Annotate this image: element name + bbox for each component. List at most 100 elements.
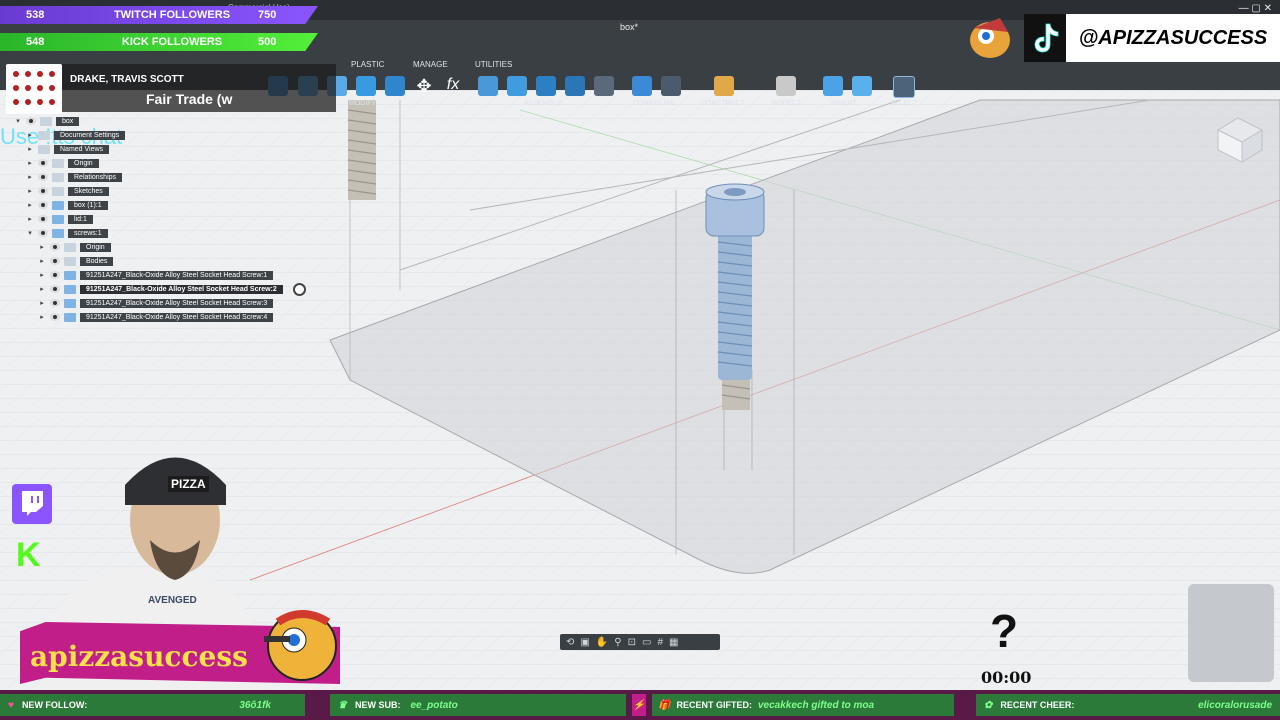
tab-plastic[interactable]: PLASTIC xyxy=(351,60,384,69)
visibility-eye-icon[interactable] xyxy=(38,229,48,237)
expand-arrow-icon[interactable]: ▸ xyxy=(26,159,34,167)
kick-title: KICK FOLLOWERS xyxy=(121,36,223,48)
rigid-group-icon[interactable] xyxy=(594,76,614,96)
display-settings-icon[interactable]: ▭ xyxy=(642,637,651,648)
component-icon xyxy=(52,214,64,224)
visibility-eye-icon[interactable] xyxy=(50,271,60,279)
group-select[interactable]: SELECT xyxy=(890,100,917,107)
plane-icon[interactable] xyxy=(714,76,734,96)
visibility-eye-icon[interactable] xyxy=(50,299,60,307)
expand-arrow-icon[interactable]: ▸ xyxy=(26,187,34,195)
group-configure[interactable]: CONFIGURE xyxy=(633,100,675,107)
as-built-joint-icon[interactable] xyxy=(536,76,556,96)
table-icon[interactable] xyxy=(661,76,681,96)
browser-label: 91251A247_Black-Oxide Alloy Steel Socket… xyxy=(80,312,274,322)
fit-icon[interactable]: ⊡ xyxy=(628,637,636,648)
mascot-logo xyxy=(960,8,1022,64)
group-inspect[interactable]: INSPECT xyxy=(771,100,801,107)
expand-arrow-icon[interactable]: ▸ xyxy=(38,285,46,293)
browser-row-screw-1[interactable]: ▸ 91251A247_Black-Oxide Alloy Steel Sock… xyxy=(14,268,324,282)
expand-arrow-icon[interactable]: ▸ xyxy=(26,215,34,223)
group-modify[interactable]: MODIFY xyxy=(349,100,376,107)
browser-row-screw-3[interactable]: ▸ 91251A247_Black-Oxide Alloy Steel Sock… xyxy=(14,296,324,310)
browser-row-origin[interactable]: ▸ Origin xyxy=(14,156,324,170)
browser-row-root[interactable]: ▾ box xyxy=(14,114,324,128)
browser-row-screw-4[interactable]: ▸ 91251A247_Black-Oxide Alloy Steel Sock… xyxy=(14,310,324,324)
expand-arrow-icon[interactable]: ▸ xyxy=(26,131,34,139)
browser-label: Bodies xyxy=(80,256,114,266)
joint-origin-icon[interactable] xyxy=(565,76,585,96)
activate-radio-icon[interactable] xyxy=(292,282,306,296)
visibility-eye-icon[interactable] xyxy=(38,201,48,209)
expand-arrow-icon[interactable]: ▸ xyxy=(38,271,46,279)
browser-label: 91251A247_Black-Oxide Alloy Steel Socket… xyxy=(80,298,274,308)
document-icon xyxy=(40,116,52,126)
visibility-eye-icon[interactable] xyxy=(38,187,48,195)
parameters-icon[interactable]: fx xyxy=(443,76,463,96)
image-icon[interactable] xyxy=(852,76,872,96)
browser-row-screws-origin[interactable]: ▸ Origin xyxy=(14,240,324,254)
collapse-arrow-icon[interactable]: ▾ xyxy=(26,229,34,237)
browser-row-box-component[interactable]: ▸ box (1):1 xyxy=(14,198,324,212)
browser-row-sketches[interactable]: ▸ Sketches xyxy=(14,184,324,198)
group-insert[interactable]: INSERT xyxy=(831,100,857,107)
browser-row-screw-2[interactable]: ▸ 91251A247_Black-Oxide Alloy Steel Sock… xyxy=(14,282,324,296)
twitch-icon xyxy=(12,484,52,524)
orbit-icon[interactable]: ⟲ xyxy=(566,637,574,648)
select-icon[interactable] xyxy=(893,76,915,98)
browser-row-named-views[interactable]: ▸ Named Views xyxy=(14,142,324,156)
ticker-value: elicoralorusade xyxy=(1198,699,1272,711)
expand-arrow-icon[interactable]: ▸ xyxy=(38,257,46,265)
combine-icon[interactable] xyxy=(356,76,376,96)
measure-icon[interactable] xyxy=(776,76,796,96)
collapse-arrow-icon[interactable]: ▾ xyxy=(14,117,22,125)
align-icon[interactable] xyxy=(385,76,405,96)
new-component-icon[interactable] xyxy=(478,76,498,96)
browser-row-relationships[interactable]: ▸ Relationships xyxy=(14,170,324,184)
grid-settings-icon[interactable]: # xyxy=(657,637,663,648)
folder-icon xyxy=(52,172,64,182)
zoom-icon[interactable]: ⚲ xyxy=(614,637,621,648)
tab-manage[interactable]: MANAGE xyxy=(413,60,448,69)
insert-icon[interactable] xyxy=(823,76,843,96)
pan-icon[interactable]: ✋ xyxy=(596,637,608,648)
visibility-eye-icon[interactable] xyxy=(50,257,60,265)
browser-row-bodies[interactable]: ▸ Bodies xyxy=(14,254,324,268)
expand-arrow-icon[interactable]: ▸ xyxy=(38,313,46,321)
ticker-label: NEW SUB: xyxy=(354,700,401,710)
viewports-icon[interactable]: ▦ xyxy=(669,637,678,648)
folder-icon xyxy=(64,256,76,266)
album-art xyxy=(6,64,62,114)
browser-row-screws[interactable]: ▾ screws:1 xyxy=(14,226,324,240)
tab-utilities[interactable]: UTILITIES xyxy=(475,60,512,69)
configure-icon[interactable] xyxy=(632,76,652,96)
expand-arrow-icon[interactable]: ▸ xyxy=(26,201,34,209)
group-construct[interactable]: CONSTRUCT xyxy=(701,100,745,107)
kick-current: 548 xyxy=(26,36,45,48)
component-icon xyxy=(52,228,64,238)
joint-icon[interactable] xyxy=(507,76,527,96)
look-at-icon[interactable]: ▣ xyxy=(580,637,589,648)
visibility-eye-icon[interactable] xyxy=(50,243,60,251)
expand-arrow-icon[interactable]: ▸ xyxy=(26,173,34,181)
window-controls[interactable]: — ▢ ✕ xyxy=(1239,3,1272,14)
group-assemble[interactable]: ASSEMBLE xyxy=(524,100,562,107)
question-mark: ? xyxy=(990,605,1019,657)
browser-row-lid[interactable]: ▸ lid:1 xyxy=(14,212,324,226)
visibility-eye-icon[interactable] xyxy=(50,313,60,321)
browser-row-document-settings[interactable]: ▸ Document Settings xyxy=(14,128,324,142)
expand-arrow-icon[interactable]: ▸ xyxy=(38,243,46,251)
component-icon xyxy=(64,298,76,308)
visibility-eye-icon[interactable] xyxy=(50,285,60,293)
kick-followers-bar: 548 KICK FOLLOWERS 500 xyxy=(0,33,318,51)
document-tab-title[interactable]: box* xyxy=(620,22,638,32)
visibility-eye-icon[interactable] xyxy=(38,173,48,181)
expand-arrow-icon[interactable]: ▸ xyxy=(38,299,46,307)
beanie-logo: PIZZA xyxy=(168,476,209,492)
component-icon xyxy=(52,200,64,210)
expand-arrow-icon[interactable]: ▸ xyxy=(26,145,34,153)
visibility-eye-icon[interactable] xyxy=(38,215,48,223)
move-icon[interactable]: ✥ xyxy=(414,76,434,96)
visibility-eye-icon[interactable] xyxy=(38,159,48,167)
visibility-eye-icon[interactable] xyxy=(26,117,36,125)
